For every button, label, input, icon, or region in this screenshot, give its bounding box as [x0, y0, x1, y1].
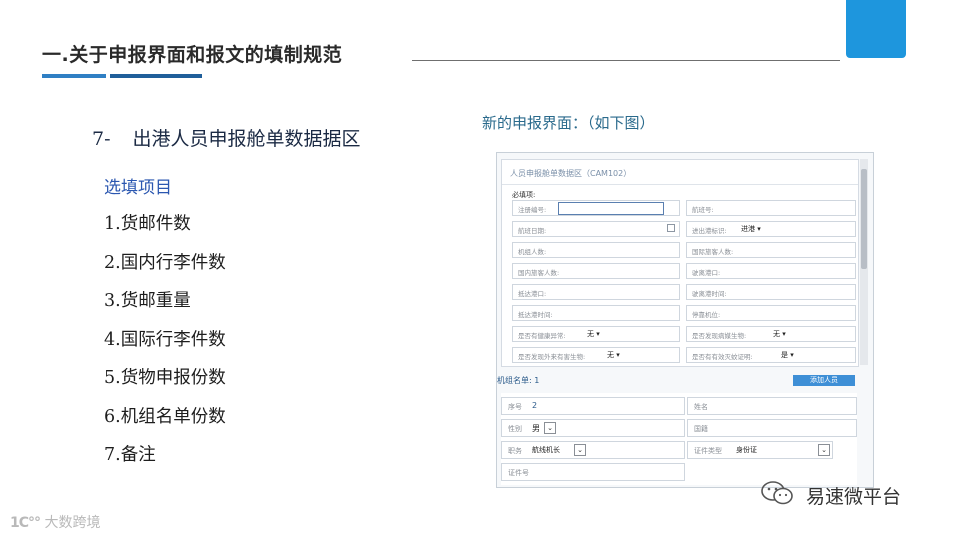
field-label: 航班日期:	[518, 227, 547, 235]
field-label: 性别	[508, 425, 522, 433]
domestic-passenger-count-field[interactable]: 国内旅客人数:	[512, 263, 680, 279]
field-label: 是否有有效灭蚊证明:	[692, 353, 753, 361]
list-item: 3.货邮重量	[104, 291, 191, 311]
calendar-icon[interactable]	[667, 224, 675, 232]
optional-items-list: 1.货邮件数 2.国内行李件数 3.货邮重量 4.国际行李件数 5.货物申报份数…	[104, 210, 226, 480]
manifest-panel: 人员申报舱单数据区（CAM102） 必填项: 注册编号: 航班号: 航班日期: …	[501, 159, 859, 367]
field-label: 机组人数:	[518, 248, 547, 256]
field-label: 进出港标识:	[692, 227, 727, 235]
pest-found-select[interactable]: 无 ▾	[607, 350, 620, 360]
parking-stand-field[interactable]: 停靠机位:	[686, 305, 856, 321]
list-item: 6.机组名单份数	[104, 406, 226, 427]
duty-field[interactable]: 职务 航线机长 ⌄	[501, 441, 685, 459]
list-item: 5.货物申报份数	[104, 368, 226, 388]
new-ui-caption: 新的申报界面：（如下图）	[482, 114, 655, 132]
field-label: 是否有健康异常:	[518, 332, 566, 340]
gender-field[interactable]: 性别 男 ⌄	[501, 419, 685, 437]
section-title: 出港人员申报舱单数据据区	[132, 128, 361, 150]
departure-time-field[interactable]: 驶离港时间:	[686, 284, 856, 300]
chevron-down-icon[interactable]: ⌄	[818, 444, 830, 456]
title-accent-bar	[42, 74, 106, 78]
field-label: 国际旅客人数:	[692, 248, 734, 256]
panel-divider	[502, 184, 858, 185]
intl-passenger-count-field[interactable]: 国际旅客人数:	[686, 242, 856, 258]
health-abnormal-select[interactable]: 无 ▾	[587, 329, 600, 339]
wechat-account-name: 易速微平台	[806, 486, 902, 508]
health-abnormal-field[interactable]: 是否有健康异常: 无 ▾	[512, 326, 680, 342]
scrollbar-thumb[interactable]	[861, 169, 867, 269]
watermark-logo: 1C°° 大数跨境	[10, 515, 101, 531]
title-divider	[412, 60, 840, 61]
gender-value: 男	[532, 424, 540, 433]
slide-title: 一.关于申报界面和报文的填制规范	[42, 44, 343, 66]
add-person-button[interactable]: 添加人员	[793, 375, 855, 386]
registration-number-input[interactable]	[558, 202, 664, 215]
corner-decoration	[846, 0, 906, 58]
wechat-icon	[761, 481, 793, 505]
section-heading: 7- 出港人员申报舱单数据据区	[92, 124, 361, 151]
nationality-field[interactable]: 国籍	[687, 419, 857, 437]
departure-port-field[interactable]: 驶离港口:	[686, 263, 856, 279]
field-label: 停靠机位:	[692, 311, 721, 319]
vector-found-select[interactable]: 无 ▾	[773, 329, 786, 339]
crew-list-label: 机组名单: 1	[497, 376, 540, 385]
field-label: 是否发现病媒生物:	[692, 332, 747, 340]
field-label: 姓名	[694, 403, 708, 411]
optional-items-title: 选填项目	[104, 178, 172, 198]
field-label: 航班号:	[692, 206, 714, 214]
list-item: 4.国际行李件数	[104, 329, 226, 350]
chevron-down-icon[interactable]: ⌄	[544, 422, 556, 434]
crew-entry: 序号 2 姓名 性别 男 ⌄ 国籍 职务 航线机长 ⌄ 证件类型 身份证 ⌄ 证…	[501, 393, 857, 485]
field-label: 驶离港时间:	[692, 290, 727, 298]
list-item: 2.国内行李件数	[104, 252, 226, 273]
in-out-flag-field[interactable]: 进出港标识: 进港 ▾	[686, 221, 856, 237]
field-label: 序号	[508, 403, 522, 411]
flight-date-field[interactable]: 航班日期:	[512, 221, 680, 237]
field-label: 抵达港时间:	[518, 311, 553, 319]
embedded-form-screenshot: 人员申报舱单数据区（CAM102） 必填项: 注册编号: 航班号: 航班日期: …	[496, 152, 874, 488]
section-number: 7-	[92, 128, 111, 150]
field-label: 抵达港口:	[518, 290, 547, 298]
field-label: 职务	[508, 447, 522, 455]
panel-title: 人员申报舱单数据区（CAM102）	[510, 169, 632, 178]
logo-text: 大数跨境	[44, 515, 101, 531]
list-item: 7.备注	[104, 445, 156, 465]
mosquito-cert-field[interactable]: 是否有有效灭蚊证明: 是 ▾	[686, 347, 856, 363]
panel-scrollbar[interactable]	[860, 159, 868, 365]
vector-found-field[interactable]: 是否发现病媒生物: 无 ▾	[686, 326, 856, 342]
pest-found-field[interactable]: 是否发现外来有害生物: 无 ▾	[512, 347, 680, 363]
in-out-flag-select[interactable]: 进港 ▾	[741, 224, 761, 234]
arrival-port-field[interactable]: 抵达港口:	[512, 284, 680, 300]
registration-number-field[interactable]: 注册编号:	[512, 200, 680, 216]
title-accent-bar-dark	[110, 74, 202, 78]
seq-field[interactable]: 序号 2	[501, 397, 685, 415]
field-label: 证件类型	[694, 447, 722, 455]
required-label: 必填项:	[512, 191, 536, 199]
duty-value: 航线机长	[532, 446, 560, 454]
arrival-time-field[interactable]: 抵达港时间:	[512, 305, 680, 321]
flight-number-field[interactable]: 航班号:	[686, 200, 856, 216]
crew-count-field[interactable]: 机组人数:	[512, 242, 680, 258]
id-type-value: 身份证	[736, 446, 757, 454]
chevron-down-icon[interactable]: ⌄	[574, 444, 586, 456]
mosquito-cert-select[interactable]: 是 ▾	[781, 350, 794, 360]
seq-value: 2	[532, 401, 538, 410]
field-label: 国籍	[694, 425, 708, 433]
field-label: 驶离港口:	[692, 269, 721, 277]
id-type-field[interactable]: 证件类型 身份证 ⌄	[687, 441, 833, 459]
field-label: 国内旅客人数:	[518, 269, 560, 277]
field-label: 证件号	[508, 469, 529, 477]
field-label: 注册编号:	[518, 206, 547, 214]
list-item: 1.货邮件数	[104, 214, 191, 234]
field-label: 是否发现外来有害生物:	[518, 353, 586, 361]
name-field[interactable]: 姓名	[687, 397, 857, 415]
id-number-field[interactable]: 证件号	[501, 463, 685, 481]
